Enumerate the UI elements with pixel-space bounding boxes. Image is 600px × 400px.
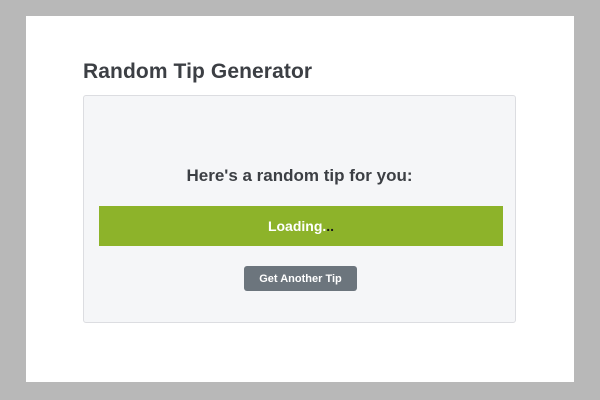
- tip-card: Here's a random tip for you: Loading... …: [83, 95, 516, 323]
- get-another-tip-button[interactable]: Get Another Tip: [244, 266, 357, 291]
- tip-display: Loading...: [99, 206, 503, 246]
- tip-loading-dots: ..: [326, 218, 335, 234]
- tip-heading: Here's a random tip for you:: [186, 166, 413, 185]
- tip-text: Loading.: [267, 218, 327, 234]
- page: Random Tip Generator Here's a random tip…: [26, 16, 574, 382]
- page-title: Random Tip Generator: [83, 60, 313, 83]
